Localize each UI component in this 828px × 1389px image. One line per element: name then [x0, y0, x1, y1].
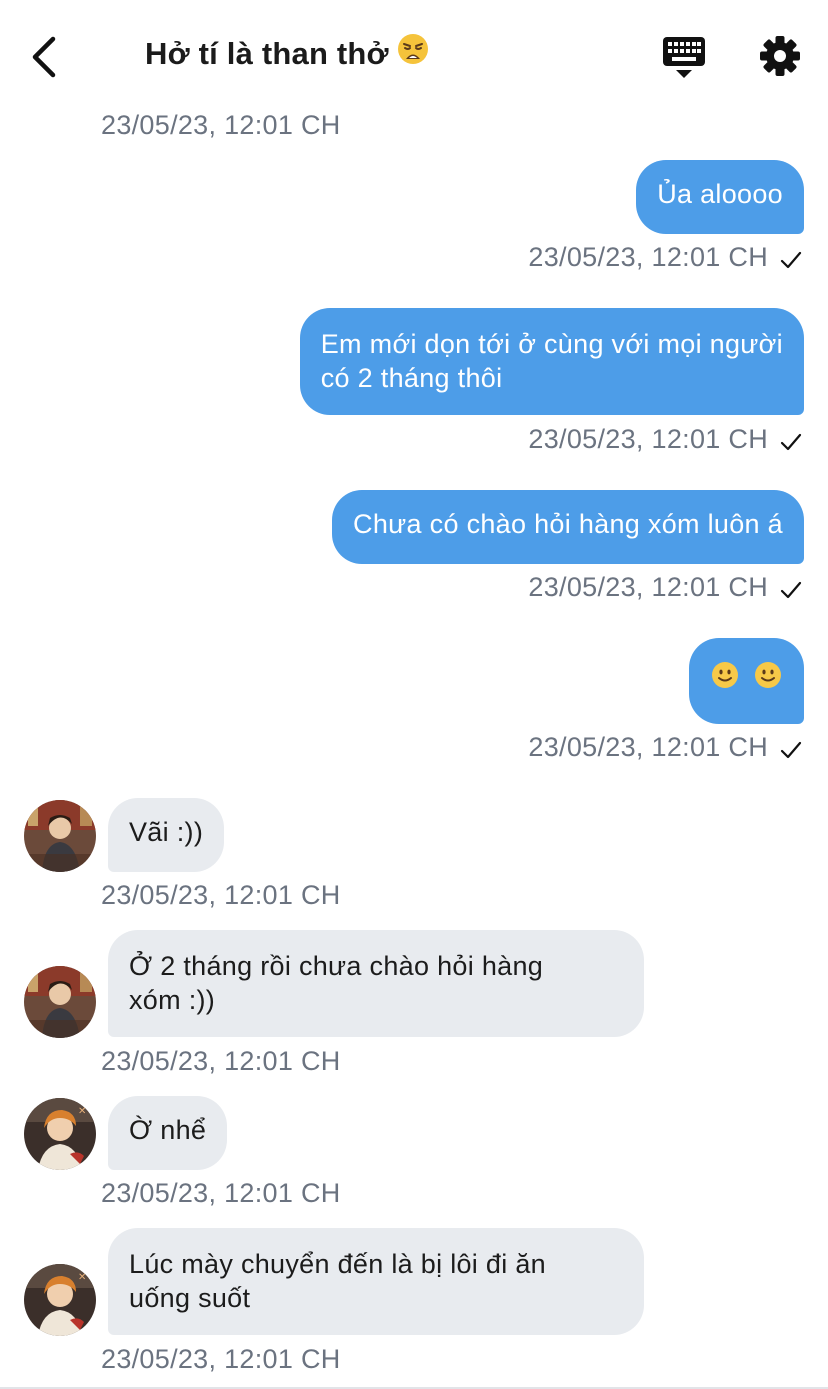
received-message-bubble[interactable]: Vãi :)): [108, 798, 225, 872]
slightly-smiling-face-emoji: [711, 661, 739, 697]
message-text: Ủa aloooo: [657, 179, 783, 209]
keyboard-icon: [663, 37, 705, 78]
message-text-line: Lúc mày chuyển đến là bị lôi đi ăn: [129, 1249, 546, 1279]
message-text-line: có 2 tháng thôi: [320, 363, 503, 393]
message-text: Vãi :)): [129, 817, 204, 847]
message-text: Chưa có chào hỏi hàng xóm luôn á: [353, 509, 783, 539]
message-timestamp: 23/05/23, 12:01 CH: [101, 1178, 341, 1208]
message-timestamp: 23/05/23, 12:01 CH: [101, 880, 341, 910]
weary-face-emoji: [397, 33, 429, 73]
checkmark-icon: [780, 251, 802, 269]
message-timestamp: 23/05/23, 12:01 CH: [101, 110, 341, 140]
message-timestamp: 23/05/23, 12:01 CH: [528, 732, 768, 762]
message-text-line: xóm :)): [129, 985, 216, 1015]
settings-button[interactable]: [756, 32, 804, 80]
checkmark-icon: [780, 433, 802, 451]
sender-avatar[interactable]: [24, 966, 96, 1038]
message-timestamp: 23/05/23, 12:01 CH: [101, 1344, 341, 1374]
message-timestamp: 23/05/23, 12:01 CH: [528, 242, 768, 272]
chat-header: Hở tí là than thở: [0, 0, 828, 110]
message-timestamp: 23/05/23, 12:01 CH: [101, 1046, 341, 1076]
sent-message-bubble[interactable]: [689, 638, 804, 724]
message-timestamp: 23/05/23, 12:01 CH: [528, 572, 768, 602]
svg-text:✕: ✕: [78, 1106, 86, 1117]
received-message-bubble[interactable]: Lúc mày chuyển đến là bị lôi đi ăn uống …: [108, 1228, 644, 1335]
sender-avatar[interactable]: ✕: [24, 1264, 96, 1336]
sender-avatar[interactable]: [24, 800, 96, 872]
sent-message-bubble[interactable]: Chưa có chào hỏi hàng xóm luôn á: [332, 490, 804, 564]
gear-icon: [760, 36, 800, 76]
received-message-bubble[interactable]: Ờ nhể: [108, 1096, 228, 1170]
checkmark-icon: [780, 581, 802, 599]
sent-message-bubble[interactable]: Ủa aloooo: [636, 160, 804, 234]
message-text-line: Em mới dọn tới ở cùng với mọi người: [320, 329, 783, 359]
keyboard-button[interactable]: [660, 34, 710, 80]
checkmark-icon: [780, 741, 802, 759]
message-timestamp: 23/05/23, 12:01 CH: [528, 424, 768, 454]
chevron-left-icon: [32, 36, 56, 78]
message-text-line: Ở 2 tháng rồi chưa chào hỏi hàng: [129, 951, 544, 981]
sent-message-bubble[interactable]: Em mới dọn tới ở cùng với mọi người có 2…: [299, 308, 804, 415]
conversation-title: Hở tí là than thở: [145, 33, 429, 73]
back-button[interactable]: [22, 32, 66, 82]
received-message-bubble[interactable]: Ở 2 tháng rồi chưa chào hỏi hàng xóm :)): [108, 930, 644, 1037]
svg-text:✕: ✕: [78, 1272, 86, 1283]
message-text: Ờ nhể: [129, 1115, 207, 1145]
chat-screen: Hở tí là than thở 23/05/23, 12:01 CH Ủa …: [0, 0, 828, 1389]
sender-avatar[interactable]: ✕: [24, 1098, 96, 1170]
message-text-line: uống suốt: [129, 1283, 251, 1313]
conversation-title-text: Hở tí là than thở: [145, 36, 389, 71]
slightly-smiling-face-emoji: [754, 661, 782, 697]
